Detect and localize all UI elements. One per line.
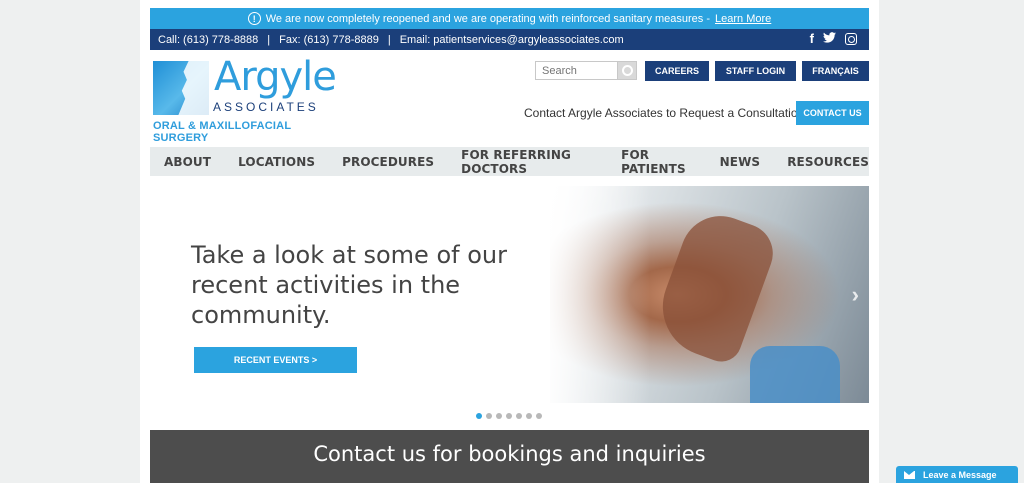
phone-text[interactable]: Call: (613) 778-8888 xyxy=(158,34,258,46)
learn-more-link[interactable]: Learn More xyxy=(715,13,771,25)
logo-tagline: ORAL & MAXILLOFACIAL SURGERY xyxy=(153,120,292,144)
slider-dots xyxy=(476,413,542,419)
slider-dot[interactable] xyxy=(516,413,522,419)
nav-item-about[interactable]: ABOUT xyxy=(164,155,211,169)
slider-dot[interactable] xyxy=(486,413,492,419)
hero-fade xyxy=(530,186,650,403)
contact-band: Contact us for bookings and inquiries xyxy=(150,430,869,483)
envelope-icon xyxy=(904,470,915,479)
hero-headline: Take a look at some of our recent activi… xyxy=(191,241,507,329)
info-icon: ! xyxy=(247,12,261,25)
leave-message-widget[interactable]: Leave a Message xyxy=(896,466,1018,483)
staff-login-button[interactable]: STAFF LOGIN xyxy=(715,61,796,81)
logo-name: Argyle xyxy=(214,54,337,100)
logo-sub: ASSOCIATES xyxy=(213,100,319,114)
page: ! We are now completely reopened and we … xyxy=(140,0,879,483)
careers-button[interactable]: CAREERS xyxy=(645,61,709,81)
email-text[interactable]: Email: patientservices@argyleassociates.… xyxy=(400,34,624,46)
hero-slider: Take a look at some of our recent activi… xyxy=(150,186,869,403)
logo[interactable]: Argyle ASSOCIATES ORAL & MAXILLOFACIAL S… xyxy=(153,55,337,144)
main-nav: ABOUT LOCATIONS PROCEDURES FOR REFERRING… xyxy=(150,147,869,176)
recent-events-button[interactable]: RECENT EVENTS > xyxy=(194,347,357,373)
social-links: f xyxy=(810,32,857,46)
slider-dot[interactable] xyxy=(476,413,482,419)
nav-item-locations[interactable]: LOCATIONS xyxy=(238,155,315,169)
nav-item-resources[interactable]: RESOURCES xyxy=(787,155,869,169)
fax-text: Fax: (613) 778-8889 xyxy=(279,33,379,46)
search-button[interactable] xyxy=(617,61,637,80)
nav-item-procedures[interactable]: PROCEDURES xyxy=(342,155,434,169)
slider-dot[interactable] xyxy=(536,413,542,419)
slider-next-icon[interactable]: › xyxy=(852,282,859,308)
nav-item-patients[interactable]: FOR PATIENTS xyxy=(621,148,693,176)
francais-button[interactable]: FRANÇAIS xyxy=(802,61,869,81)
slider-dot[interactable] xyxy=(496,413,502,419)
contact-bar: Call: (613) 778-8888 | Fax: (613) 778-88… xyxy=(150,29,869,50)
separator: | xyxy=(387,33,391,46)
nav-item-referring-doctors[interactable]: FOR REFERRING DOCTORS xyxy=(461,148,594,176)
leave-message-label: Leave a Message xyxy=(923,469,997,480)
announcement-bar: ! We are now completely reopened and we … xyxy=(150,8,869,29)
contact-band-text: Contact us for bookings and inquiries xyxy=(313,441,706,466)
instagram-icon[interactable] xyxy=(845,33,857,45)
announcement-text: We are now completely reopened and we ar… xyxy=(265,12,711,25)
consult-text: Contact Argyle Associates to Request a C… xyxy=(524,106,808,120)
contact-us-button[interactable]: CONTACT US xyxy=(796,101,869,125)
twitter-icon[interactable] xyxy=(823,32,836,46)
slider-dot[interactable] xyxy=(526,413,532,419)
separator: | xyxy=(267,33,271,46)
search-icon xyxy=(621,65,633,76)
nav-item-news[interactable]: NEWS xyxy=(720,155,761,169)
slider-dot[interactable] xyxy=(506,413,512,419)
facebook-icon[interactable]: f xyxy=(810,32,814,46)
logo-mark-icon xyxy=(153,61,209,115)
